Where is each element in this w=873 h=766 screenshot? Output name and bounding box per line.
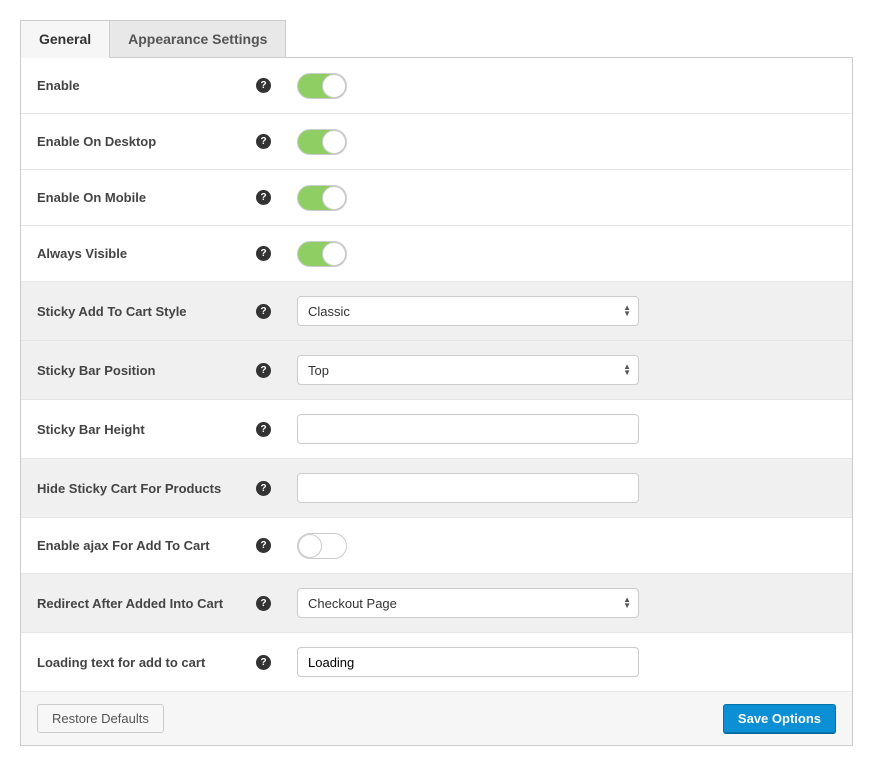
select-redirect[interactable]: Checkout Page bbox=[297, 588, 639, 618]
row-loading-text: Loading text for add to cart ? bbox=[21, 633, 852, 692]
row-hide-products: Hide Sticky Cart For Products ? bbox=[21, 459, 852, 518]
row-enable: Enable ? bbox=[21, 58, 852, 114]
toggle-enable-ajax[interactable] bbox=[297, 533, 347, 559]
row-redirect: Redirect After Added Into Cart ? Checkou… bbox=[21, 574, 852, 633]
input-hide-products[interactable] bbox=[297, 473, 639, 503]
footer: Restore Defaults Save Options bbox=[21, 692, 852, 745]
tab-general[interactable]: General bbox=[20, 20, 110, 58]
label-cart-style: Sticky Add To Cart Style bbox=[37, 304, 187, 319]
tab-appearance[interactable]: Appearance Settings bbox=[109, 20, 286, 58]
help-icon[interactable]: ? bbox=[256, 190, 271, 205]
label-enable: Enable bbox=[37, 78, 80, 93]
row-bar-position: Sticky Bar Position ? Top ▲▼ bbox=[21, 341, 852, 400]
toggle-enable-desktop[interactable] bbox=[297, 129, 347, 155]
label-enable-ajax: Enable ajax For Add To Cart bbox=[37, 538, 210, 553]
label-bar-position: Sticky Bar Position bbox=[37, 363, 155, 378]
input-bar-height[interactable] bbox=[297, 414, 639, 444]
row-enable-mobile: Enable On Mobile ? bbox=[21, 170, 852, 226]
row-enable-ajax: Enable ajax For Add To Cart ? bbox=[21, 518, 852, 574]
row-cart-style: Sticky Add To Cart Style ? Classic ▲▼ bbox=[21, 282, 852, 341]
help-icon[interactable]: ? bbox=[256, 538, 271, 553]
help-icon[interactable]: ? bbox=[256, 78, 271, 93]
label-hide-products: Hide Sticky Cart For Products bbox=[37, 481, 221, 496]
select-cart-style[interactable]: Classic bbox=[297, 296, 639, 326]
row-always-visible: Always Visible ? bbox=[21, 226, 852, 282]
restore-defaults-button[interactable]: Restore Defaults bbox=[37, 704, 164, 733]
label-always-visible: Always Visible bbox=[37, 246, 127, 261]
help-icon[interactable]: ? bbox=[256, 655, 271, 670]
label-enable-desktop: Enable On Desktop bbox=[37, 134, 156, 149]
help-icon[interactable]: ? bbox=[256, 134, 271, 149]
save-options-button[interactable]: Save Options bbox=[723, 704, 836, 733]
label-enable-mobile: Enable On Mobile bbox=[37, 190, 146, 205]
toggle-enable-mobile[interactable] bbox=[297, 185, 347, 211]
row-bar-height: Sticky Bar Height ? bbox=[21, 400, 852, 459]
help-icon[interactable]: ? bbox=[256, 363, 271, 378]
help-icon[interactable]: ? bbox=[256, 246, 271, 261]
row-enable-desktop: Enable On Desktop ? bbox=[21, 114, 852, 170]
select-bar-position[interactable]: Top bbox=[297, 355, 639, 385]
label-loading-text: Loading text for add to cart bbox=[37, 655, 205, 670]
input-loading-text[interactable] bbox=[297, 647, 639, 677]
tabs: General Appearance Settings bbox=[20, 20, 853, 58]
help-icon[interactable]: ? bbox=[256, 304, 271, 319]
toggle-always-visible[interactable] bbox=[297, 241, 347, 267]
help-icon[interactable]: ? bbox=[256, 596, 271, 611]
label-bar-height: Sticky Bar Height bbox=[37, 422, 145, 437]
toggle-enable[interactable] bbox=[297, 73, 347, 99]
settings-panel: Enable ? Enable On Desktop ? Enable On M… bbox=[20, 57, 853, 746]
help-icon[interactable]: ? bbox=[256, 481, 271, 496]
label-redirect: Redirect After Added Into Cart bbox=[37, 596, 223, 611]
help-icon[interactable]: ? bbox=[256, 422, 271, 437]
